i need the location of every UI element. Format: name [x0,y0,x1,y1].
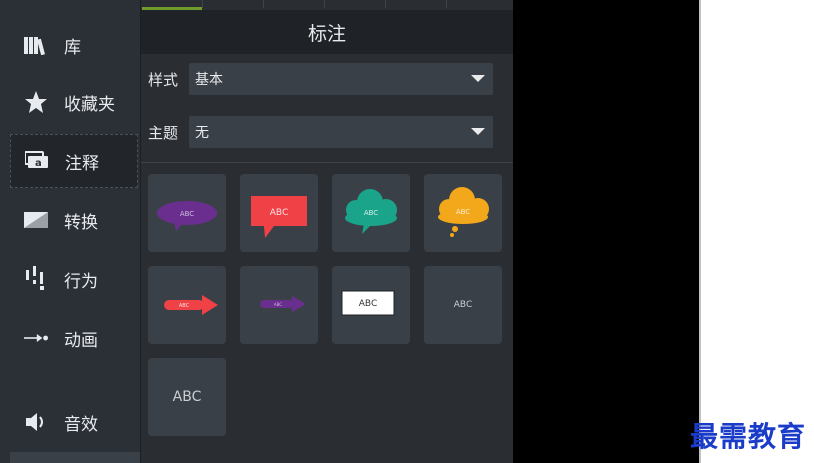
purple-arrow-icon: ABC [260,296,306,312]
callout-tile-speech-bubble[interactable]: ABC [148,174,226,252]
callout-text: ABC [359,299,377,309]
sidebar-bottom-item[interactable] [10,452,140,463]
orange-thought-cloud-icon: ABC [438,187,489,237]
callout-text: ABC [270,208,288,218]
purple-speech-bubble-icon: ABC [157,201,217,231]
plain-text-large-icon: ABC [173,389,202,405]
sidebar-item-favorites[interactable]: 收藏夹 [10,75,138,129]
callout-text: ABC [454,300,472,310]
sidebar-item-label: 库 [64,37,81,58]
sidebar-item-transitions[interactable]: 转换 [10,193,138,247]
white-box-icon: ABC [341,290,395,316]
theme-select-value: 无 [195,125,209,141]
style-label: 样式 [148,71,179,89]
sidebar-item-label: 动画 [64,330,98,351]
red-arrow-icon: ABC [164,295,218,315]
callout-tile-text-large[interactable]: ABC [148,358,226,436]
tab-segment[interactable] [263,0,325,8]
transition-icon [24,208,48,232]
divider [141,162,513,163]
callout-tile-cloud[interactable]: ABC [332,174,410,252]
callout-text: ABC [179,303,190,309]
sidebar-item-label: 收藏夹 [64,94,115,115]
callout-tile-text[interactable]: ABC [424,266,502,344]
teal-cloud-icon: ABC [345,189,397,234]
sidebar-item-label: 音效 [64,414,98,435]
watermark: 最需教育 [690,420,807,453]
callout-tile-rectangle[interactable]: ABC [240,174,318,252]
tab-segment[interactable] [324,0,386,8]
callout-tile-arrow-purple[interactable]: ABC [240,266,318,344]
plain-text-icon: ABC [454,300,472,310]
callout-text: ABC [173,389,202,405]
theme-select[interactable]: 无 [189,116,493,148]
style-select[interactable]: 基本 [189,63,493,95]
callout-text: ABC [364,209,378,217]
svg-text:a: a [35,158,42,169]
callout-tile-arrow-red[interactable]: ABC [148,266,226,344]
animation-icon [24,326,48,350]
style-select-value: 基本 [195,72,223,88]
annotation-icon: a [25,149,49,173]
sidebar-item-sound-effects[interactable]: 音效 [10,395,138,449]
behavior-icon [24,266,48,291]
star-icon [24,90,48,114]
tab-segment[interactable] [385,0,447,8]
callout-text: ABC [456,208,470,216]
sidebar-item-animations[interactable]: 动画 [10,311,138,365]
sidebar-item-label: 转换 [64,212,98,233]
sidebar-item-label: 行为 [64,271,98,292]
sidebar-item-library[interactable]: 库 [10,18,138,72]
chevron-down-icon [471,75,485,82]
speaker-icon [24,410,48,434]
chevron-down-icon [471,128,485,135]
theme-label: 主题 [148,124,179,142]
red-rectangle-callout-icon: ABC [251,196,307,238]
tab-segment[interactable] [202,0,264,8]
preview-canvas[interactable] [513,0,699,463]
sidebar-item-label: 注释 [65,153,99,174]
sidebar-item-behaviors[interactable]: 行为 [10,252,138,306]
panel-title: 标注 [141,10,513,54]
right-blank-area [701,0,814,463]
sidebar-item-annotations[interactable]: a 注释 [10,134,138,188]
library-icon [24,33,48,57]
callout-tile-thought[interactable]: ABC [424,174,502,252]
callout-text: ABC [274,302,282,307]
callout-tile-box[interactable]: ABC [332,266,410,344]
callout-text: ABC [180,210,194,218]
